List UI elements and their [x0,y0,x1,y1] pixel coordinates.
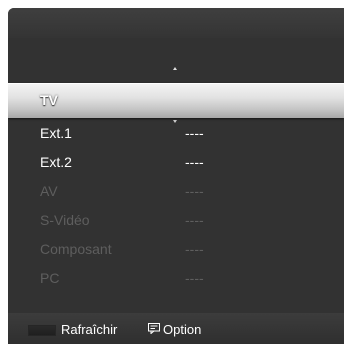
source-item-ext1[interactable]: Ext.1 ---- [8,119,344,148]
source-item-value: ---- [185,212,204,228]
source-item-tv[interactable]: TV [8,83,344,118]
option-button-label[interactable]: Option [163,322,201,337]
source-item-value: ---- [185,183,204,199]
source-item-name: AV [40,183,58,199]
source-item-value: ---- [185,241,204,257]
source-item-name: S-Vidéo [40,212,90,228]
source-item-name: Ext.2 [40,154,72,170]
source-item-name: Composant [40,241,112,257]
source-item-value: ---- [185,154,204,170]
source-item-pc: PC ---- [8,264,344,293]
scroll-up-arrow-icon [173,67,177,70]
refresh-button-label[interactable]: Rafraîchir [61,322,117,337]
source-item-av: AV ---- [8,177,344,206]
source-item-value: ---- [185,270,204,286]
osd-footer-bar: Rafraîchir Option [8,313,344,344]
source-item-name: PC [40,270,60,286]
source-item-name: Ext.1 [40,125,72,141]
source-item-name: TV [40,92,58,108]
source-item-ext2[interactable]: Ext.2 ---- [8,148,344,177]
source-list-osd: TV Ext.1 ---- Ext.2 ---- AV ---- S-Vidéo… [8,8,344,344]
source-item-s-video: S-Vidéo ---- [8,206,344,235]
tools-menu-icon [148,323,160,334]
source-item-value: ---- [185,125,204,141]
source-list: TV Ext.1 ---- Ext.2 ---- AV ---- S-Vidéo… [8,83,344,293]
osd-header-bar [8,8,344,38]
red-color-key-icon [28,325,56,336]
source-item-composant: Composant ---- [8,235,344,264]
